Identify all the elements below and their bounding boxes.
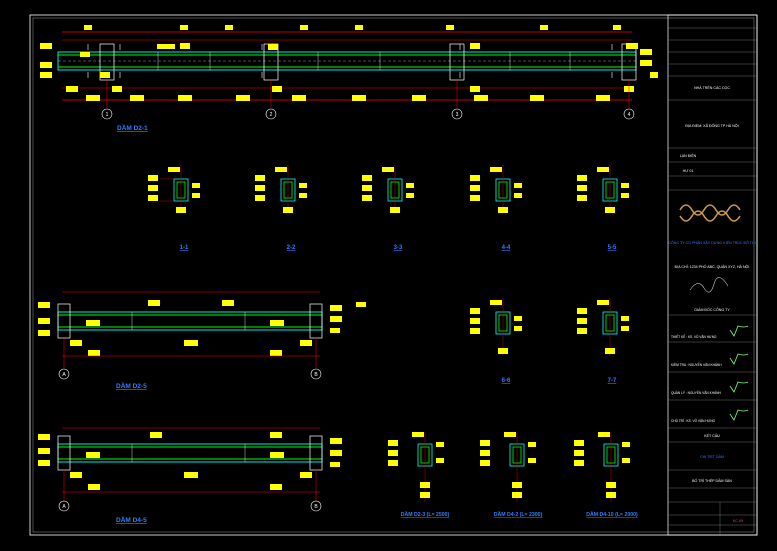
role-row: KIỂM TRA : NGUYỄN VĂN KHÁNH	[671, 362, 722, 367]
revision: HƯ 01	[683, 169, 694, 173]
axis-label: 1	[106, 112, 109, 118]
sheet-bottom: BỐ TRÍ THÉP DẦM SÀN	[692, 478, 732, 483]
role-row: QUẢN LÝ : NGUYỄN VĂN KHÁNH	[671, 390, 721, 395]
axis-label: 2	[270, 112, 273, 118]
drawing-stage: LAN ĐIỆN	[680, 153, 697, 158]
sheet-number: KC-09	[733, 519, 743, 523]
axis-label: 4	[628, 112, 631, 118]
drawing-sheet: 1 2 3 4 DẦM D2-1 1-1 2-2 3-3 4-4 5-5 A B…	[0, 0, 777, 551]
small-beam-label: DẦM D4-2 (L= 2300)	[494, 511, 543, 518]
sheet-name: KẾT CẤU	[704, 433, 720, 438]
section-label: 5-5	[608, 245, 617, 251]
section-label: 4-4	[502, 245, 511, 251]
section-label: 2-2	[287, 245, 296, 251]
role-row: CHỦ TRÌ : KS. VŨ VĂN HƯNG	[671, 418, 716, 423]
section-label: 6-6	[502, 378, 511, 384]
company-address: ĐỊA CHỈ: 1234 PHỐ ABC, QUẬN XYZ, HÀ NỘI	[675, 264, 750, 269]
sheet-sub: CHI TIẾT DẦM	[700, 454, 724, 459]
axis-label: 3	[456, 112, 459, 118]
role-row: THIẾT KẾ : KS. VŨ VĂN HƯNG	[671, 334, 717, 339]
small-beam-label: DẦM D4-10 (L= 2000)	[586, 511, 638, 518]
project-name: NHÀ TRÊN CÁC CỌC	[694, 85, 730, 90]
company-name: CÔNG TY CỔ PHẦN XÂY DỰNG KIẾN TRÚC ĐÔ TH…	[668, 240, 755, 245]
section-label: 7-7	[608, 378, 617, 384]
director-title: GIÁM ĐỐC CÔNG TY	[694, 307, 730, 312]
section-label: 3-3	[394, 245, 403, 251]
project-location: ĐỊA ĐIỂM: XÃ ĐÔNG TP HÀ NỘI	[685, 123, 738, 128]
small-beam-label: DẦM D2-3 (L= 2500)	[401, 511, 450, 518]
section-label: 1-1	[180, 245, 189, 251]
